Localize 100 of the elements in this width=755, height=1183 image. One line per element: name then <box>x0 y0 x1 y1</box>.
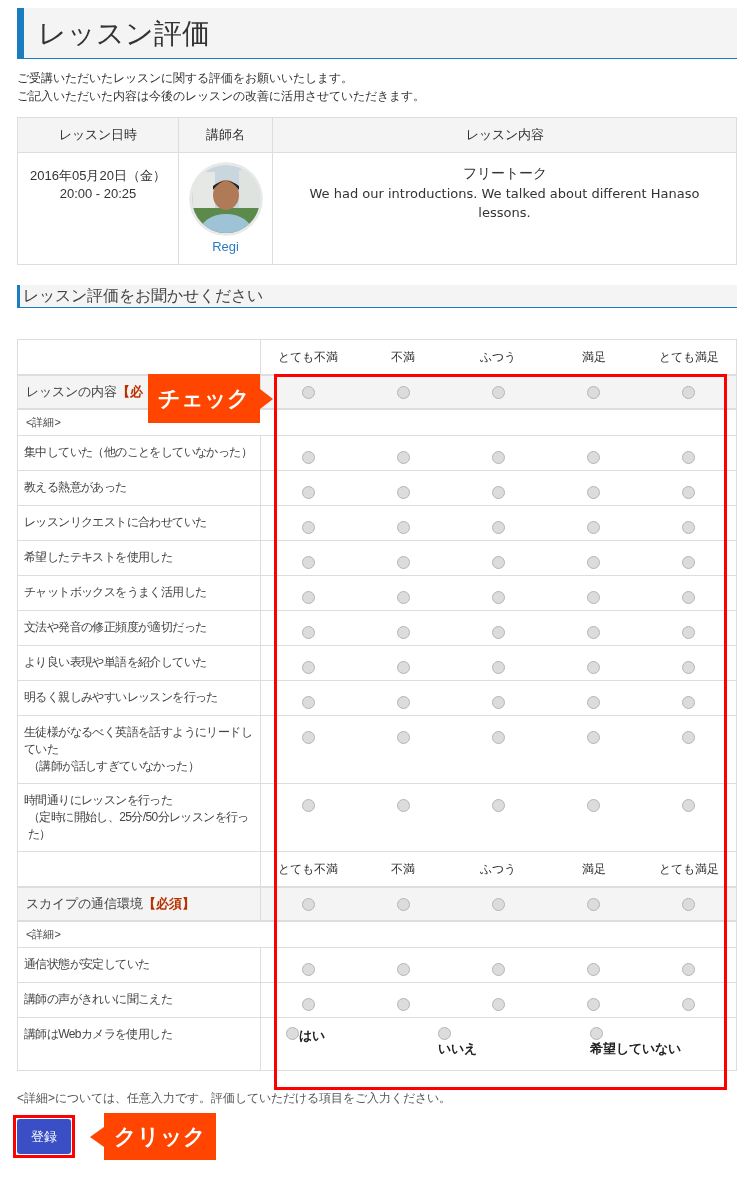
radio-button[interactable] <box>491 486 505 500</box>
question-label: 教える熱意があった <box>24 479 128 496</box>
radio-button[interactable] <box>396 799 410 813</box>
radio-button[interactable] <box>491 696 505 710</box>
radio-button[interactable] <box>587 521 601 535</box>
radio-button[interactable] <box>682 486 696 500</box>
radio-button[interactable] <box>301 556 315 570</box>
radio-button[interactable] <box>491 661 505 675</box>
radio-button[interactable] <box>491 385 505 399</box>
question-label: 生徒様がなるべく英語を話すようにリードしていた （講師が話しすぎていなかった） <box>24 724 253 775</box>
radio-button[interactable] <box>491 731 505 745</box>
radio-button[interactable] <box>301 799 315 813</box>
radio-button[interactable] <box>682 963 696 977</box>
radio-button[interactable] <box>491 556 505 570</box>
radio-button[interactable] <box>396 385 410 399</box>
radio-button[interactable] <box>301 661 315 675</box>
detail-label: <詳細> <box>26 928 61 940</box>
radio-button[interactable] <box>491 591 505 605</box>
radio-button[interactable] <box>587 799 601 813</box>
question-label: 講師の声がきれいに聞こえた <box>24 991 174 1008</box>
radio-button[interactable] <box>587 626 601 640</box>
radio-button[interactable] <box>587 696 601 710</box>
question-label: 明るく親しみやすいレッスンを行った <box>24 689 219 706</box>
radio-button[interactable] <box>682 696 696 710</box>
radio-button[interactable] <box>396 661 410 675</box>
radio-button[interactable] <box>396 696 410 710</box>
radio-button[interactable] <box>301 998 315 1012</box>
radio-button[interactable] <box>396 591 410 605</box>
radio-button[interactable] <box>682 626 696 640</box>
radio-button[interactable] <box>587 451 601 465</box>
radio-button[interactable] <box>286 1027 299 1040</box>
radio-button[interactable] <box>682 731 696 745</box>
radio-button[interactable] <box>396 731 410 745</box>
submit-button[interactable]: 登録 <box>17 1119 71 1154</box>
column-header: 不満 <box>355 851 451 887</box>
radio-button[interactable] <box>301 591 315 605</box>
radio-button[interactable] <box>587 591 601 605</box>
radio-button[interactable] <box>301 626 315 640</box>
radio-button[interactable] <box>682 799 696 813</box>
teacher-link[interactable]: Regi <box>212 237 239 257</box>
radio-button[interactable] <box>301 897 315 911</box>
radio-button[interactable] <box>682 556 696 570</box>
radio-button[interactable] <box>587 661 601 675</box>
radio-button[interactable] <box>491 521 505 535</box>
radio-button[interactable] <box>587 998 601 1012</box>
radio-button[interactable] <box>396 486 410 500</box>
radio-button[interactable] <box>491 799 505 813</box>
radio-button[interactable] <box>396 998 410 1012</box>
radio-button[interactable] <box>682 521 696 535</box>
radio-button[interactable] <box>396 963 410 977</box>
radio-button[interactable] <box>590 1027 603 1040</box>
radio-button[interactable] <box>682 591 696 605</box>
column-header: レッスン内容 <box>272 117 737 153</box>
radio-button[interactable] <box>587 486 601 500</box>
radio-button[interactable] <box>301 486 315 500</box>
radio-button[interactable] <box>396 626 410 640</box>
radio-button[interactable] <box>396 451 410 465</box>
radio-button[interactable] <box>396 521 410 535</box>
column-header: ふつう <box>450 851 547 887</box>
radio-button[interactable] <box>491 963 505 977</box>
radio-button[interactable] <box>396 897 410 911</box>
callout-label: クリック <box>90 1113 216 1160</box>
column-header: とても不満 <box>260 851 356 887</box>
radio-button[interactable] <box>491 626 505 640</box>
radio-button[interactable] <box>587 963 601 977</box>
radio-button[interactable] <box>682 998 696 1012</box>
radio-button[interactable] <box>301 521 315 535</box>
radio-button[interactable] <box>396 556 410 570</box>
radio-button[interactable] <box>587 556 601 570</box>
column-header: 満足 <box>546 339 642 375</box>
radio-button[interactable] <box>301 963 315 977</box>
radio-button[interactable] <box>301 696 315 710</box>
radio-button[interactable] <box>587 385 601 399</box>
radio-button[interactable] <box>587 731 601 745</box>
radio-button[interactable] <box>682 897 696 911</box>
intro-text: ご受講いただいたレッスンに関する評価をお願いいたします。 <box>17 70 354 87</box>
radio-button[interactable] <box>301 385 315 399</box>
radio-button[interactable] <box>682 451 696 465</box>
question-title: レッスンの内容 <box>26 383 117 399</box>
radio-button[interactable] <box>682 661 696 675</box>
page-title: レッスン評価 <box>17 8 737 59</box>
detail-label: <詳細> <box>26 416 61 428</box>
radio-button[interactable] <box>491 998 505 1012</box>
radio-button[interactable] <box>301 731 315 745</box>
radio-button[interactable] <box>438 1027 451 1040</box>
radio-button[interactable] <box>587 897 601 911</box>
column-header: ふつう <box>450 339 547 375</box>
section-heading: レッスン評価をお聞かせください <box>17 285 737 308</box>
question-label: 希望したテキストを使用した <box>24 549 174 566</box>
question-label: 集中していた（他のことをしていなかった） <box>24 444 253 461</box>
callout-label: チェック <box>148 374 273 423</box>
question-label: 時間通りにレッスンを行った （定時に開始し、25分/50分レッスンを行った） <box>24 792 250 843</box>
radio-button[interactable] <box>301 451 315 465</box>
lesson-time: 20:00 - 20:25 <box>58 185 138 203</box>
lesson-date: 2016年05月20日（金） <box>29 167 167 185</box>
radio-button[interactable] <box>491 451 505 465</box>
question-label: より良い表現や単語を紹介していた <box>24 654 208 671</box>
radio-button[interactable] <box>491 897 505 911</box>
radio-button[interactable] <box>682 385 696 399</box>
column-header: とても不満 <box>260 339 356 375</box>
